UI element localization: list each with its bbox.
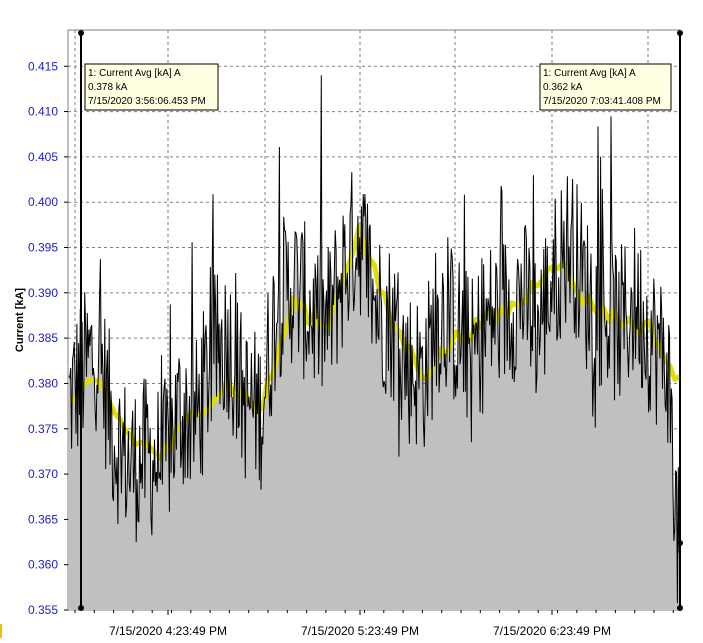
y-tick-label: 0.360 <box>28 558 58 572</box>
y-tick-label: 0.405 <box>28 150 58 164</box>
y-tick-label: 0.380 <box>28 376 58 390</box>
chart-svg: 0.355 0.360 0.365 0.370 0.375 0.380 0.385 0.390… <box>0 29 683 638</box>
y-tick-label: 0.400 <box>28 195 58 209</box>
y-tick-label: 0.355 <box>28 603 58 617</box>
cursor-right-handle-bottom[interactable] <box>677 605 683 611</box>
x-tick-label: 7/15/2020 5:23:49 PM <box>301 624 419 638</box>
y-tick-label: 0.365 <box>28 512 58 526</box>
tooltip-left-value: 0.378 kA <box>88 82 128 93</box>
y-tick-label: 0.375 <box>28 422 58 436</box>
cursor-tooltip-right: 1: Current Avg [kA] A 0.362 kA 7/15/2020… <box>539 63 672 111</box>
tooltip-right-label: 1: Current Avg [kA] A <box>543 68 636 79</box>
cursor-left-handle-top[interactable] <box>78 30 84 36</box>
x-axis: 7/15/2020 4:23:49 PM 7/15/2020 5:23:49 PM… <box>74 610 674 638</box>
y-tick-label: 0.395 <box>28 241 58 255</box>
tooltip-left-label: 1: Current Avg [kA] A <box>88 68 181 79</box>
tooltip-right-time: 7/15/2020 7:03:41.408 PM <box>543 96 661 107</box>
y-tick-label: 0.390 <box>28 286 58 300</box>
y-axis-label: Current [kA] <box>14 288 26 353</box>
y-tick-label: 0.410 <box>28 105 58 119</box>
cursor-right-handle-top[interactable] <box>677 30 683 36</box>
y-tick-label: 0.415 <box>28 59 58 73</box>
x-tick-label: 7/15/2020 4:23:49 PM <box>109 624 227 638</box>
y-axis: 0.355 0.360 0.365 0.370 0.375 0.380 0.385 0.390… <box>28 59 68 617</box>
cursor-tooltip-left: 1: Current Avg [kA] A 0.378 kA 7/15/2020… <box>84 63 219 111</box>
y-tick-label: 0.385 <box>28 331 58 345</box>
tooltip-left-time: 7/15/2020 3:56:06.453 PM <box>88 96 206 107</box>
tooltip-right-value: 0.362 kA <box>543 82 583 93</box>
cursor-right-handle-mid[interactable] <box>677 540 683 546</box>
corner-marker <box>0 624 2 638</box>
cursor-left-handle-bottom[interactable] <box>78 605 84 611</box>
x-tick-label: 7/15/2020 6:23:49 PM <box>493 624 611 638</box>
y-tick-label: 0.370 <box>28 467 58 481</box>
